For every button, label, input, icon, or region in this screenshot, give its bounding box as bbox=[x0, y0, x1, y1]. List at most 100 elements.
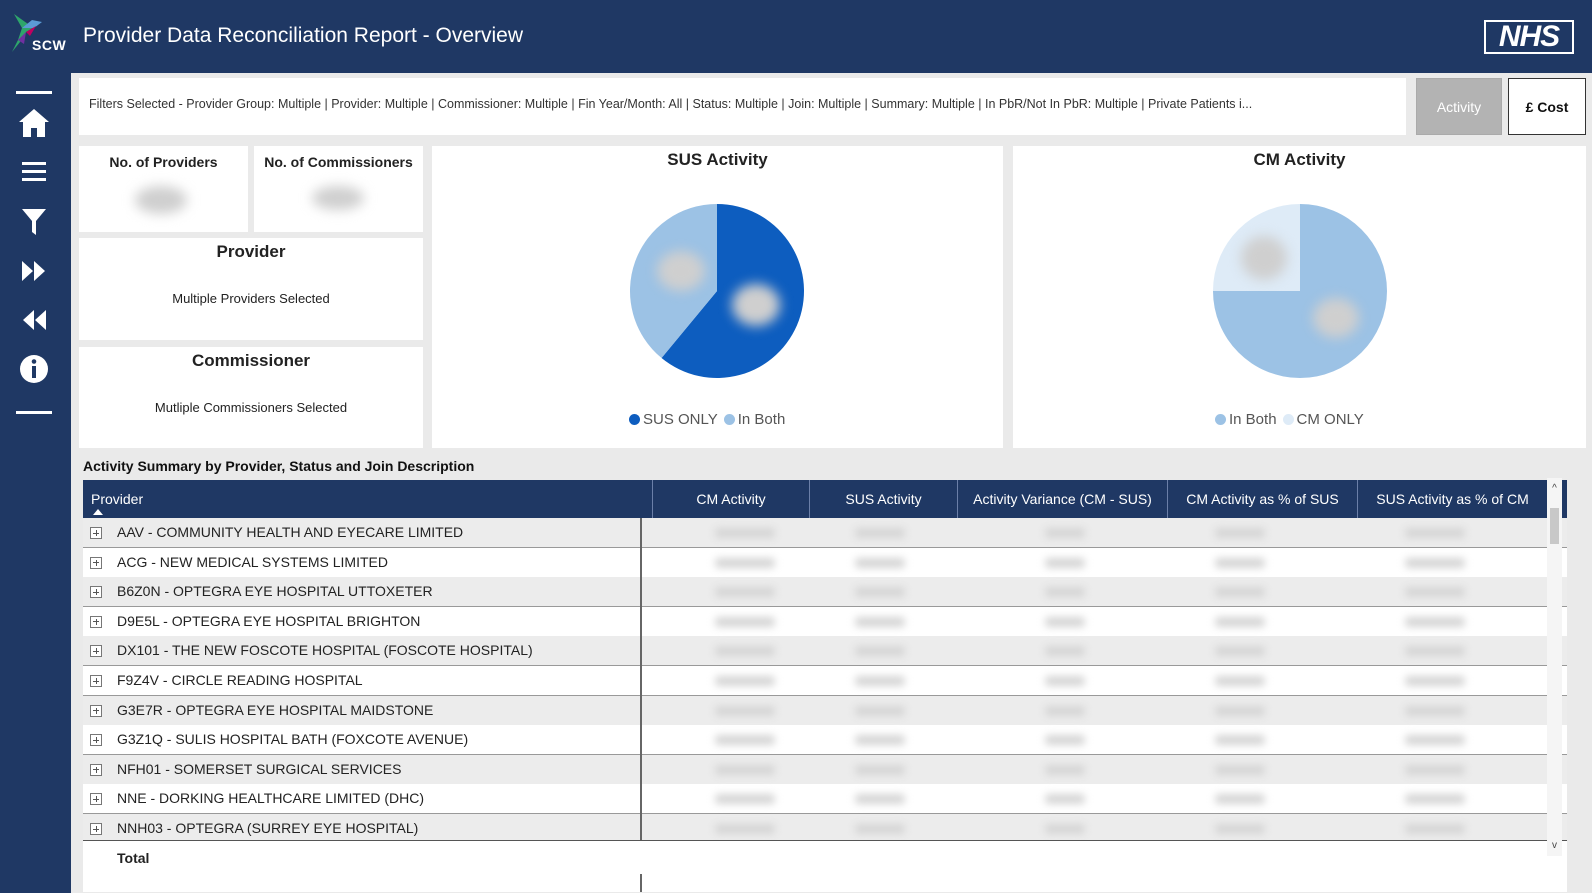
redacted-value bbox=[1405, 824, 1465, 834]
cm-activity-chart-card: CM Activity In Both CM ONLY bbox=[1013, 146, 1586, 448]
side-nav bbox=[0, 73, 71, 893]
redacted-value bbox=[855, 705, 905, 716]
redacted-value bbox=[715, 794, 775, 805]
expand-row-icon[interactable] bbox=[90, 793, 102, 806]
expand-row-icon[interactable] bbox=[90, 645, 102, 658]
expand-row-icon[interactable] bbox=[90, 763, 102, 776]
scroll-up-icon[interactable]: ^ bbox=[1549, 483, 1560, 494]
legend-dot bbox=[1282, 414, 1294, 425]
filters-summary: Filters Selected - Provider Group: Multi… bbox=[79, 78, 1406, 135]
column-separator bbox=[640, 518, 642, 892]
expand-row-icon[interactable] bbox=[90, 704, 102, 717]
legend-dot bbox=[723, 414, 735, 425]
legend-label: In Both bbox=[1229, 411, 1277, 428]
nav-divider bbox=[16, 91, 52, 94]
column-header-label: SUS Activity bbox=[845, 491, 922, 507]
cm-chart-legend: In Both CM ONLY bbox=[1215, 411, 1364, 428]
cm-chart-title: CM Activity bbox=[1253, 150, 1346, 169]
redacted-value bbox=[715, 646, 775, 657]
logo-text: SCW bbox=[32, 37, 67, 53]
redacted-value bbox=[1405, 735, 1465, 746]
commissioner-card: Commissioner Mutliple Commissioners Sele… bbox=[79, 347, 423, 448]
table-header: Provider CM Activity SUS Activity Activi… bbox=[83, 480, 1567, 518]
report-page: SCW Provider Data Reconciliation Report … bbox=[0, 0, 1592, 893]
kpi-providers-value-redacted bbox=[135, 186, 187, 214]
redacted-value bbox=[1405, 676, 1465, 686]
app-header: SCW Provider Data Reconciliation Report … bbox=[0, 0, 1592, 73]
column-header-provider[interactable]: Provider bbox=[83, 480, 653, 518]
redacted-value bbox=[1405, 616, 1465, 627]
expand-row-icon[interactable] bbox=[90, 527, 102, 539]
redacted-value bbox=[1405, 557, 1465, 568]
expand-row-icon[interactable] bbox=[90, 823, 102, 835]
sort-ascending-icon bbox=[93, 509, 103, 515]
redacted-value bbox=[855, 587, 905, 598]
menu-icon[interactable] bbox=[15, 153, 53, 191]
legend-label: In Both bbox=[737, 411, 786, 428]
column-header-sus-pct-cm[interactable]: SUS Activity as % of CM bbox=[1358, 480, 1548, 518]
redacted-value bbox=[1045, 557, 1085, 568]
redacted-value bbox=[715, 735, 775, 746]
commissioner-card-value: Mutliple Commissioners Selected bbox=[154, 400, 348, 415]
expand-row-icon[interactable] bbox=[90, 615, 102, 628]
redacted-value bbox=[1215, 735, 1265, 746]
expand-row-icon[interactable] bbox=[90, 734, 102, 747]
redacted-value bbox=[855, 764, 905, 775]
redacted-value bbox=[1215, 676, 1265, 686]
expand-row-icon[interactable] bbox=[90, 556, 102, 569]
fast-forward-icon[interactable] bbox=[15, 252, 53, 290]
provider-name: NFH01 - SOMERSET SURGICAL SERVICES bbox=[117, 760, 402, 777]
redacted-value bbox=[715, 616, 775, 627]
sus-chart-legend: SUS ONLY In Both bbox=[629, 411, 785, 428]
expand-row-icon[interactable] bbox=[90, 586, 102, 599]
redacted-value bbox=[1045, 528, 1085, 538]
activity-summary-table: Provider CM Activity SUS Activity Activi… bbox=[83, 480, 1567, 892]
rewind-icon[interactable] bbox=[15, 301, 53, 339]
redacted-value bbox=[1215, 824, 1265, 834]
redacted-value bbox=[855, 824, 905, 834]
column-header-cm-pct-sus[interactable]: CM Activity as % of SUS bbox=[1168, 480, 1358, 518]
provider-name: DX101 - THE NEW FOSCOTE HOSPITAL (FOSCOT… bbox=[117, 642, 533, 659]
redacted-value bbox=[1405, 794, 1465, 805]
column-header-label: Activity Variance (CM - SUS) bbox=[973, 491, 1152, 507]
provider-name: D9E5L - OPTEGRA EYE HOSPITAL BRIGHTON bbox=[117, 612, 421, 629]
column-header-variance[interactable]: Activity Variance (CM - SUS) bbox=[958, 480, 1168, 518]
kpi-commissioners-card: No. of Commissioners bbox=[254, 146, 423, 232]
column-header-label: Provider bbox=[91, 491, 144, 507]
redacted-value bbox=[1045, 646, 1085, 657]
legend-dot bbox=[1215, 414, 1226, 425]
cm-activity-pie[interactable] bbox=[1210, 201, 1390, 381]
scroll-down-icon[interactable]: v bbox=[1549, 840, 1560, 851]
scroll-thumb[interactable] bbox=[1550, 508, 1559, 544]
provider-card-title: Provider bbox=[216, 242, 286, 261]
page-title: Provider Data Reconciliation Report - Ov… bbox=[83, 24, 524, 47]
sus-activity-pie[interactable] bbox=[627, 201, 807, 381]
redacted-value bbox=[715, 557, 775, 568]
cost-toggle-button[interactable]: £ Cost bbox=[1508, 78, 1586, 135]
redacted-value bbox=[855, 676, 905, 686]
column-header-label: CM Activity bbox=[696, 491, 766, 507]
kpi-providers-label: No. of Providers bbox=[109, 154, 218, 170]
redacted-value bbox=[715, 676, 775, 686]
redacted-value bbox=[1405, 646, 1465, 657]
table-scrollbar[interactable]: ^ v bbox=[1547, 478, 1562, 856]
provider-name: G3Z1Q - SULIS HOSPITAL BATH (FOXCOTE AVE… bbox=[117, 731, 469, 748]
provider-name: AAV - COMMUNITY HEALTH AND EYECARE LIMIT… bbox=[117, 524, 464, 540]
kpi-commissioners-label: No. of Commissioners bbox=[264, 154, 413, 170]
filter-icon[interactable] bbox=[15, 203, 53, 241]
redacted-value bbox=[1405, 587, 1465, 598]
redacted-value bbox=[1045, 676, 1085, 686]
expand-row-icon[interactable] bbox=[90, 675, 102, 687]
provider-name: B6Z0N - OPTEGRA EYE HOSPITAL UTTOXETER bbox=[117, 583, 433, 600]
redacted-value bbox=[855, 646, 905, 657]
activity-toggle-button[interactable]: Activity bbox=[1416, 78, 1502, 135]
redacted-value bbox=[1405, 528, 1465, 538]
column-header-sus-activity[interactable]: SUS Activity bbox=[810, 480, 958, 518]
column-header-cm-activity[interactable]: CM Activity bbox=[653, 480, 810, 518]
legend-dot bbox=[629, 414, 640, 425]
redacted-value bbox=[1045, 824, 1085, 834]
kpi-providers-card: No. of Providers bbox=[79, 146, 248, 232]
redacted-value bbox=[855, 557, 905, 568]
info-icon[interactable] bbox=[15, 350, 53, 388]
home-icon[interactable] bbox=[15, 104, 53, 142]
